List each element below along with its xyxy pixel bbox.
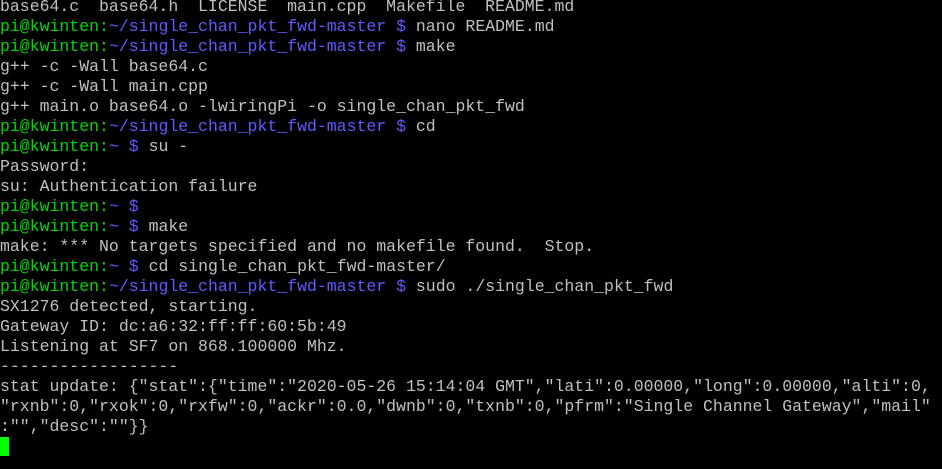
output-line: g++ -c -Wall main.cpp [0, 77, 208, 96]
prompt-symbol: $ [118, 257, 149, 276]
prompt-user: pi@kwinten [0, 117, 100, 136]
prompt-symbol: $ [118, 137, 149, 156]
prompt-user: pi@kwinten [0, 37, 100, 56]
command-text: sudo ./single_chan_pkt_fwd [415, 277, 674, 296]
prompt-separator: : [99, 37, 109, 56]
output-line: base64.c base64.h LICENSE main.cpp Makef… [0, 0, 575, 16]
prompt-line: pi@kwinten:~ $ su - [0, 137, 942, 157]
command-text: su - [148, 137, 189, 156]
text-cursor [0, 437, 9, 456]
prompt-path: ~/single_chan_pkt_fwd-master [108, 37, 387, 56]
prompt-symbol: $ [386, 277, 416, 296]
prompt-line: pi@kwinten:~/single_chan_pkt_fwd-master … [0, 17, 942, 37]
command-text: cd single_chan_pkt_fwd-master/ [148, 257, 446, 276]
prompt-user: pi@kwinten [0, 17, 100, 36]
output-line: g++ main.o base64.o -lwiringPi -o single… [0, 97, 525, 116]
output-line: stat update: {"stat":{"time":"2020-05-26… [0, 377, 931, 396]
output-line: "rxnb":0,"rxok":0,"rxfw":0,"ackr":0.0,"d… [0, 397, 931, 416]
output-line: Password: [0, 157, 90, 176]
prompt-line: pi@kwinten:~ $ make [0, 217, 942, 237]
prompt-separator: : [99, 277, 109, 296]
prompt-path: ~/single_chan_pkt_fwd-master [108, 117, 387, 136]
prompt-line: pi@kwinten:~ $ [0, 197, 942, 217]
prompt-user: pi@kwinten [0, 277, 100, 296]
prompt-path: ~ [108, 217, 119, 236]
output-line: make: *** No targets specified and no ma… [0, 237, 595, 256]
output-line: SX1276 detected, starting. [0, 297, 258, 316]
prompt-separator: : [99, 197, 109, 216]
prompt-user: pi@kwinten [0, 217, 100, 236]
command-text: make [148, 217, 189, 236]
prompt-line: pi@kwinten:~/single_chan_pkt_fwd-master … [0, 277, 942, 297]
prompt-symbol: $ [386, 117, 416, 136]
prompt-symbol: $ [118, 197, 149, 216]
output-line: su: Authentication failure [0, 177, 258, 196]
prompt-line: pi@kwinten:~ $ cd single_chan_pkt_fwd-ma… [0, 257, 942, 277]
output-line: ------------------ [0, 357, 179, 376]
prompt-user: pi@kwinten [0, 197, 100, 216]
prompt-separator: : [99, 257, 109, 276]
output-line: Listening at SF7 on 868.100000 Mhz. [0, 337, 347, 356]
prompt-user: pi@kwinten [0, 257, 100, 276]
prompt-path: ~ [108, 137, 119, 156]
prompt-path: ~ [108, 197, 119, 216]
prompt-path: ~ [108, 257, 119, 276]
prompt-path: ~/single_chan_pkt_fwd-master [108, 17, 387, 36]
prompt-separator: : [99, 117, 109, 136]
prompt-separator: : [99, 217, 109, 236]
prompt-line: pi@kwinten:~/single_chan_pkt_fwd-master … [0, 37, 942, 57]
command-text: make [415, 37, 456, 56]
command-text: nano README.md [415, 17, 555, 36]
terminal-window[interactable]: base64.c base64.h LICENSE main.cpp Makef… [0, 0, 942, 469]
cursor-line [0, 437, 942, 457]
prompt-user: pi@kwinten [0, 137, 100, 156]
prompt-separator: : [99, 17, 109, 36]
prompt-separator: : [99, 137, 109, 156]
prompt-path: ~/single_chan_pkt_fwd-master [108, 277, 387, 296]
prompt-symbol: $ [118, 217, 149, 236]
output-line: Gateway ID: dc:a6:32:ff:ff:60:5b:49 [0, 317, 347, 336]
command-text: cd [415, 117, 436, 136]
output-line: :"","desc":""}} [0, 417, 149, 436]
prompt-symbol: $ [386, 37, 416, 56]
output-line: g++ -c -Wall base64.c [0, 57, 208, 76]
prompt-line: pi@kwinten:~/single_chan_pkt_fwd-master … [0, 117, 942, 137]
prompt-symbol: $ [386, 17, 416, 36]
